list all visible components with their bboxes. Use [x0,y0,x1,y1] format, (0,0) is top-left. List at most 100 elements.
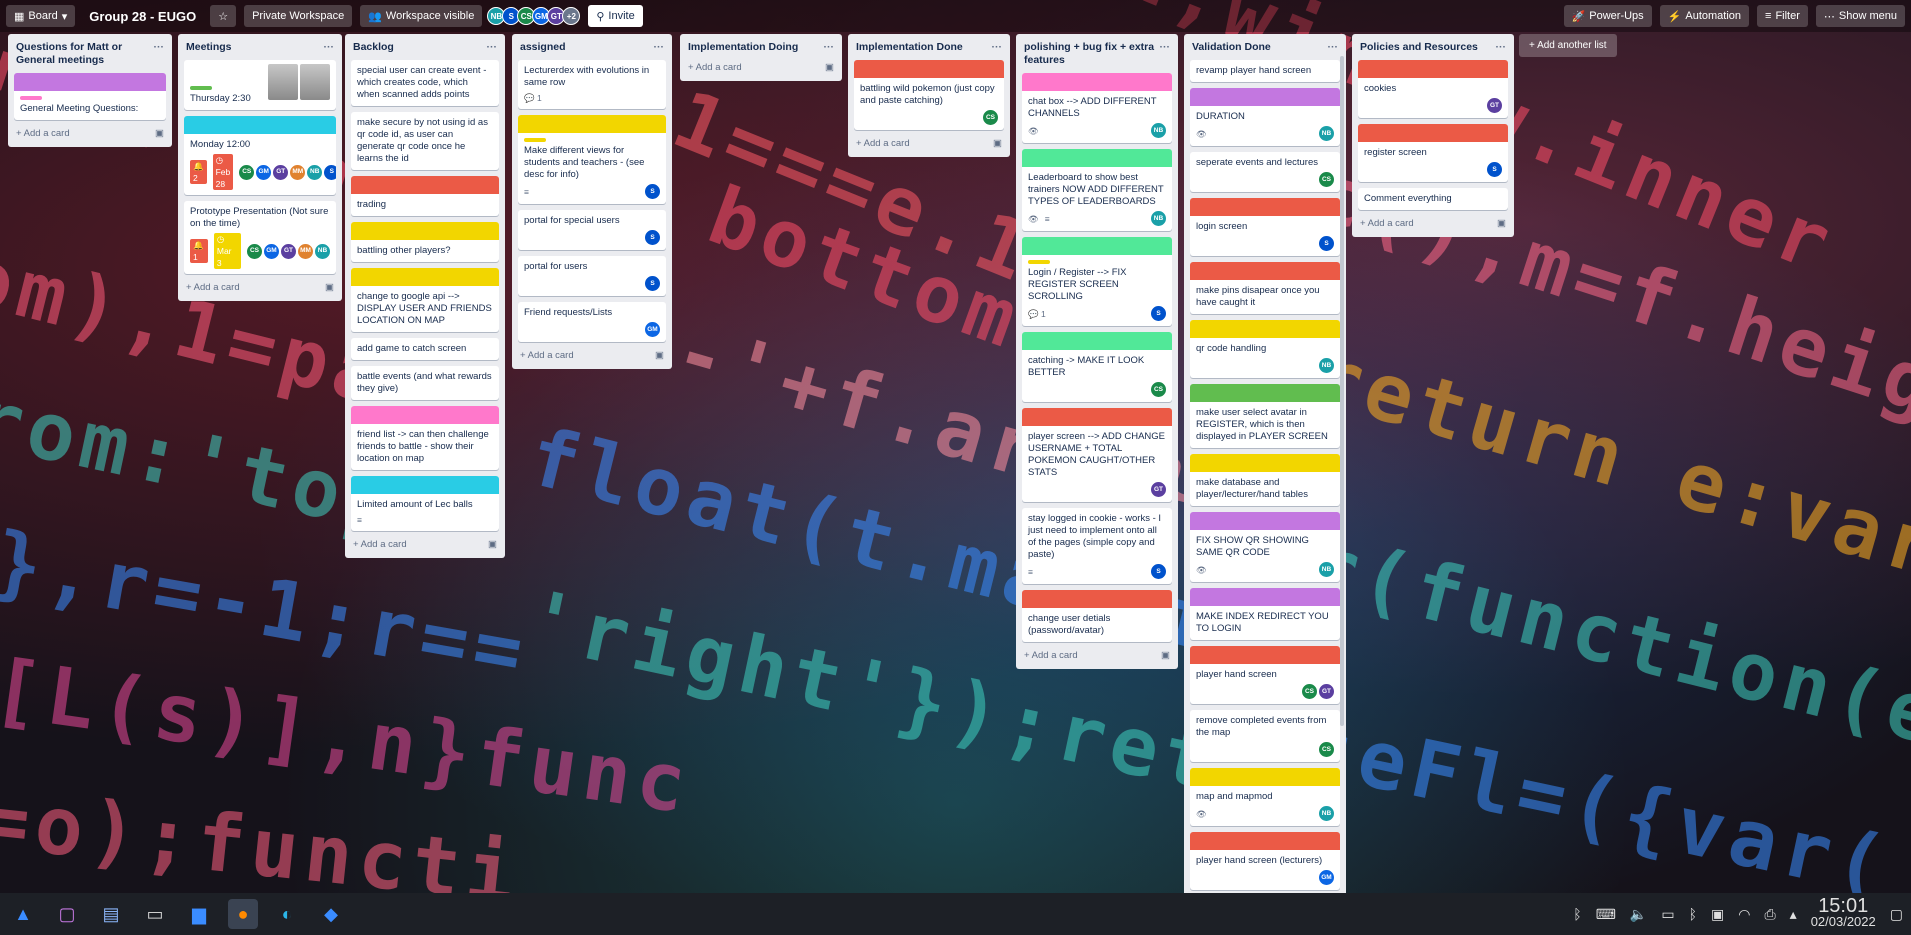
card[interactable]: make pins disapear once you have caught … [1190,262,1340,314]
board-title[interactable]: Group 28 - EUGO [83,9,202,24]
card[interactable]: FIX SHOW QR SHOWING SAME QR CODE 👁 NB [1190,512,1340,582]
template-icon[interactable]: ▣ [488,539,497,550]
list-menu-dots-icon[interactable]: ··· [483,41,498,54]
card[interactable]: Comment everything [1358,188,1508,210]
board-view-switcher[interactable]: ▦ Board ▾ [6,5,76,27]
list-title[interactable]: Backlog [353,41,394,54]
list-menu-dots-icon[interactable]: ··· [820,41,835,54]
avatar[interactable]: S [645,184,660,199]
card[interactable]: trading [351,176,499,216]
card[interactable]: catching -> MAKE IT LOOK BETTER CS [1022,332,1172,402]
card[interactable]: MAKE INDEX REDIRECT YOU TO LOGIN [1190,588,1340,640]
add-card-button[interactable]: + Add a card ▣ [1022,648,1172,663]
card[interactable]: chat box --> ADD DIFFERENT CHANNELS 👁 NB [1022,73,1172,143]
card[interactable]: friend list -> can then challenge friend… [351,406,499,470]
add-another-list-button[interactable]: + Add another list [1519,34,1617,57]
avatar[interactable]: CS [1319,742,1334,757]
vscode-icon[interactable]: ◆ [316,899,346,929]
avatar[interactable]: NB [1151,211,1166,226]
avatar[interactable]: NB [315,243,330,259]
avatar[interactable]: GT [281,243,296,259]
card[interactable]: special user can create event - which cr… [351,60,499,106]
filter-button[interactable]: ≡ Filter [1757,5,1808,27]
card[interactable]: Monday 12:00 🔔 2 ◷ Feb 28 CS GM GT MM NB S [184,116,336,195]
avatar[interactable]: S [1319,236,1334,251]
avatar[interactable]: GT [1319,684,1334,699]
avatar[interactable]: GM [256,164,272,180]
card[interactable]: login screen S [1190,198,1340,256]
add-card-button[interactable]: + Add a card ▣ [184,280,336,295]
workspace-button[interactable]: Private Workspace [244,5,353,27]
avatar[interactable]: CS [1302,684,1317,699]
card[interactable]: qr code handling NB [1190,320,1340,378]
list-menu-dots-icon[interactable]: ··· [1492,41,1507,54]
avatar[interactable]: NB [1319,358,1334,373]
avatar[interactable]: CS [247,243,262,259]
card[interactable]: player screen --> ADD CHANGE USERNAME + … [1022,408,1172,502]
card[interactable]: DURATION 👁 NB [1190,88,1340,146]
avatar[interactable]: S [1151,564,1166,579]
list-title[interactable]: Meetings [186,41,232,54]
avatar[interactable]: MM [298,243,313,259]
avatar[interactable]: GM [1319,870,1334,885]
clipboard-icon[interactable]: ▣ [1711,906,1724,923]
clock[interactable]: 15:01 02/03/2022 [1811,896,1876,930]
volume-icon[interactable]: 🔈 [1630,906,1647,923]
avatar[interactable]: S [645,230,660,245]
card[interactable]: Leaderboard to show best trainers NOW AD… [1022,149,1172,231]
avatar[interactable]: CS [1151,382,1166,397]
list-scrollbar[interactable] [1340,56,1344,726]
template-icon[interactable]: ▣ [155,128,164,139]
list-title[interactable]: polishing + bug fix + extra features [1024,41,1156,67]
card[interactable]: Thursday 2:30 [184,60,336,110]
template-icon[interactable]: ▣ [825,62,834,73]
list-title[interactable]: Validation Done [1192,41,1271,54]
card[interactable]: portal for users S [518,256,666,296]
template-icon[interactable]: ▣ [655,350,664,361]
due-date-badge[interactable]: ◷ Mar 3 [213,233,241,269]
card-label[interactable] [524,138,546,142]
avatar[interactable]: GT [273,164,289,180]
terminal-icon[interactable]: ▭ [140,899,170,929]
template-icon[interactable]: ▣ [325,282,334,293]
avatar[interactable]: GM [645,322,660,337]
list-menu-dots-icon[interactable]: ··· [1156,41,1171,54]
card[interactable]: revamp player hand screen [1190,60,1340,82]
list-title[interactable]: Implementation Doing [688,41,798,54]
card-label[interactable] [190,86,212,90]
add-card-button[interactable]: + Add a card ▣ [854,136,1004,151]
text-editor-icon[interactable]: ▤ [96,899,126,929]
show-menu-button[interactable]: ⋯ Show menu [1815,5,1905,27]
invite-button[interactable]: ⚲ Invite [588,5,643,27]
arrow-up-icon[interactable]: ▴ [1790,906,1797,923]
members-more-badge[interactable]: +2 [562,7,581,25]
avatar[interactable]: MM [290,164,306,180]
card-label[interactable] [20,96,42,100]
list-title[interactable]: Questions for Matt or General meetings [16,41,150,67]
card[interactable]: make secure by not using id as qr code i… [351,112,499,170]
template-icon[interactable]: ▣ [1161,650,1170,661]
card[interactable]: Limited amount of Lec balls ≡ [351,476,499,531]
card[interactable]: battling other players? [351,222,499,262]
due-date-badge[interactable]: ◷ Feb 28 [212,154,234,190]
list-menu-dots-icon[interactable]: ··· [1324,41,1339,54]
card[interactable]: remove completed events from the map CS [1190,710,1340,762]
avatar[interactable]: NB [1319,562,1334,577]
avatar[interactable]: GT [1151,482,1166,497]
card[interactable]: Friend requests/Lists GM [518,302,666,342]
card[interactable]: make user select avatar in REGISTER, whi… [1190,384,1340,448]
list-title[interactable]: Policies and Resources [1360,41,1478,54]
list-menu-dots-icon[interactable]: ··· [150,41,165,54]
card[interactable]: register screen S [1358,124,1508,182]
avatar[interactable]: GT [1487,98,1502,113]
card[interactable]: battling wild pokemon (just copy and pas… [854,60,1004,130]
avatar[interactable]: NB [1319,806,1334,821]
avatar[interactable]: S [1151,306,1166,321]
bluetooth-icon[interactable]: ᛒ [1573,906,1581,922]
card[interactable]: battle events (and what rewards they giv… [351,366,499,400]
wifi-icon[interactable]: ◠ [1738,906,1750,923]
card[interactable]: player hand screen (lecturers) GM [1190,832,1340,890]
powerups-button[interactable]: 🚀 Power-Ups [1563,5,1652,27]
automation-button[interactable]: ⚡ Automation [1659,5,1750,27]
list-title[interactable]: Implementation Done [856,41,963,54]
